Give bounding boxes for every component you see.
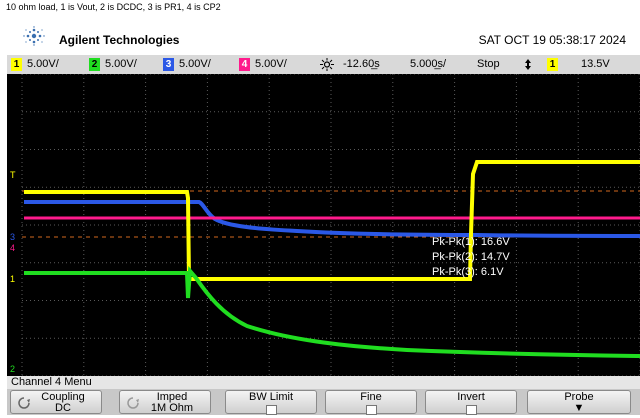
channel-2-scale[interactable]: 2 5.00V/ bbox=[89, 57, 137, 72]
trigger-channel-badge: 1 bbox=[547, 57, 558, 71]
ch2-marker: 2 bbox=[10, 364, 15, 374]
time-offset[interactable]: -12.60̲s bbox=[343, 57, 380, 72]
fine-checkbox[interactable] bbox=[326, 403, 416, 418]
fine-label: Fine bbox=[360, 391, 382, 403]
graticule bbox=[21, 74, 640, 376]
channel-1-scale[interactable]: 1 5.00V/ bbox=[11, 57, 59, 72]
ch4-marker: 4 bbox=[10, 243, 15, 253]
coupling-softkey[interactable]: Coupling DC bbox=[10, 390, 102, 414]
channel-2-badge: 2 bbox=[89, 57, 100, 71]
bw-limit-softkey[interactable]: BW Limit bbox=[225, 390, 317, 415]
rotate-knob-icon bbox=[127, 397, 139, 409]
scope-header: Agilent Technologies SAT OCT 19 05:38:17… bbox=[7, 15, 640, 55]
measurement-label: Pk-Pk(2): bbox=[432, 251, 478, 263]
bw-limit-checkbox[interactable] bbox=[226, 403, 316, 418]
channel-3-scale-value: 5.00V/ bbox=[179, 58, 211, 70]
rotate-knob-icon bbox=[18, 397, 30, 409]
status-bar: 1 5.00V/ 2 5.00V/ 3 5.00V/ 4 5.00V/ -12.60̲s… bbox=[7, 55, 640, 74]
channel-4-scale-value: 5.00V/ bbox=[255, 58, 287, 70]
channel-4-scale[interactable]: 4 5.00V/ bbox=[239, 57, 287, 72]
oscilloscope-screen: Agilent Technologies SAT OCT 19 05:38:17… bbox=[7, 15, 640, 415]
channel-1-scale-value: 5.00V/ bbox=[27, 58, 59, 70]
measurement-pkpk-2: Pk-Pk(2): 14.7V bbox=[432, 251, 510, 263]
ch1-trace bbox=[24, 160, 640, 281]
ch3-marker: 3 bbox=[10, 232, 15, 242]
channel-3-scale[interactable]: 3 5.00V/ bbox=[163, 57, 211, 72]
invert-checkbox[interactable] bbox=[426, 403, 516, 418]
channel-4-badge: 4 bbox=[239, 57, 250, 71]
trigger-source[interactable]: 1 bbox=[547, 57, 563, 72]
measurement-label: Pk-Pk(3): bbox=[432, 266, 478, 278]
ch1-marker: 1 bbox=[10, 274, 15, 284]
channel-2-scale-value: 5.00V/ bbox=[105, 58, 137, 70]
invert-label: Invert bbox=[457, 391, 485, 403]
run-state[interactable]: Stop bbox=[477, 57, 500, 72]
measurement-value: 6.1V bbox=[480, 266, 504, 278]
trigger-icon bbox=[320, 58, 334, 71]
image-caption: 10 ohm load, 1 is Vout, 2 is DCDC, 3 is … bbox=[0, 0, 640, 15]
softkey-bar: Coupling DC Imped 1M Ohm BW Limit Fine I… bbox=[7, 389, 640, 415]
agilent-logo-icon bbox=[23, 26, 45, 46]
imped-softkey[interactable]: Imped 1M Ohm bbox=[119, 390, 211, 414]
down-arrow-icon: ▼ bbox=[573, 402, 585, 414]
measurement-label: Pk-Pk(1): bbox=[432, 236, 478, 248]
measurement-value: 14.7V bbox=[480, 251, 510, 263]
checkbox-icon bbox=[365, 405, 377, 415]
menu-title: Channel 4 Menu bbox=[7, 376, 640, 389]
measurement-pkpk-3: Pk-Pk(3): 6.1V bbox=[432, 266, 504, 278]
probe-softkey[interactable]: Probe ▼ bbox=[527, 390, 631, 414]
brand-name: Agilent Technologies bbox=[59, 33, 180, 47]
scope-datetime: SAT OCT 19 05:38:17 2024 bbox=[478, 33, 626, 47]
channel-1-badge: 1 bbox=[11, 57, 22, 71]
waveform-display: T 3 4 1 2 bbox=[10, 74, 640, 376]
channel-3-badge: 3 bbox=[163, 57, 174, 71]
trigger-edge-icon bbox=[525, 59, 531, 70]
fine-softkey[interactable]: Fine bbox=[325, 390, 417, 415]
trigger-marker: T bbox=[10, 170, 16, 180]
time-scale[interactable]: 5.000̲s/ bbox=[410, 57, 446, 72]
trigger-level[interactable]: 13.5V bbox=[581, 57, 610, 72]
bw-limit-label: BW Limit bbox=[249, 391, 293, 403]
checkbox-icon bbox=[465, 405, 477, 415]
measurement-value: 16.6V bbox=[480, 236, 510, 248]
invert-softkey[interactable]: Invert bbox=[425, 390, 517, 415]
measurement-pkpk-1: Pk-Pk(1): 16.6V bbox=[432, 236, 510, 248]
ch2-trace bbox=[24, 266, 640, 358]
checkbox-icon bbox=[265, 405, 277, 415]
